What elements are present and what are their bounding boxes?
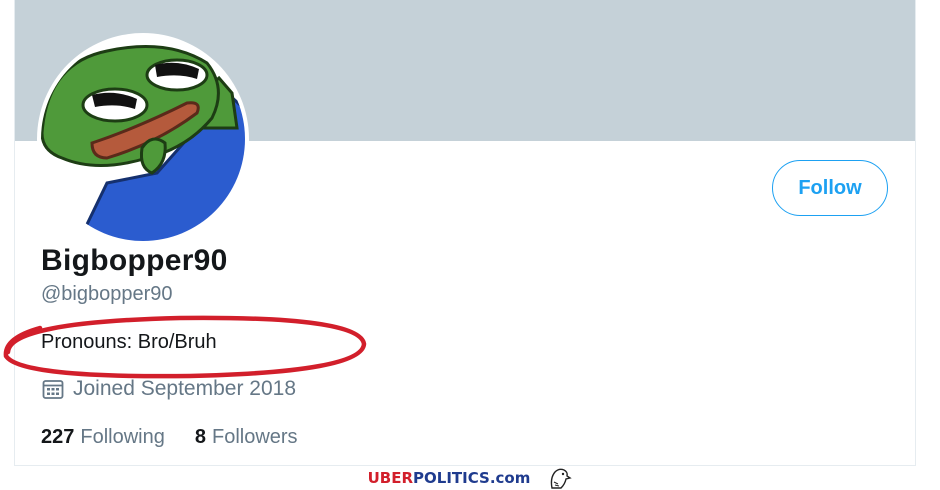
watermark-brand-politics: POLITICS <box>413 469 490 487</box>
follow-button[interactable]: Follow <box>772 160 888 216</box>
following-stat[interactable]: 227 Following <box>41 426 165 449</box>
profile-card: Follow Bigbopper90 @bigbopper90 Pronouns… <box>14 0 916 466</box>
followers-count: 8 <box>194 426 206 448</box>
profile-stats: 227 Following 8 Followers <box>41 426 328 449</box>
joined-date-text: Joined September 2018 <box>73 377 296 400</box>
following-count: 227 <box>41 426 75 448</box>
profile-avatar[interactable] <box>37 33 249 245</box>
following-label: Following <box>80 426 165 448</box>
watermark-brand-uber: UBER <box>367 469 414 487</box>
site-watermark: UBER POLITICS .com <box>0 466 940 490</box>
profile-display-name: Bigbopper90 <box>41 244 228 277</box>
profile-joined: Joined September 2018 <box>41 377 296 401</box>
eagle-icon <box>551 468 573 489</box>
calendar-icon <box>41 377 65 401</box>
profile-bio: Pronouns: Bro/Bruh <box>41 331 217 353</box>
watermark-brand-domain: .com <box>489 469 531 487</box>
followers-label: Followers <box>211 426 298 448</box>
profile-handle: @bigbopper90 <box>41 283 173 305</box>
frog-avatar-image <box>41 37 245 241</box>
followers-stat[interactable]: 8 Followers <box>195 426 298 449</box>
